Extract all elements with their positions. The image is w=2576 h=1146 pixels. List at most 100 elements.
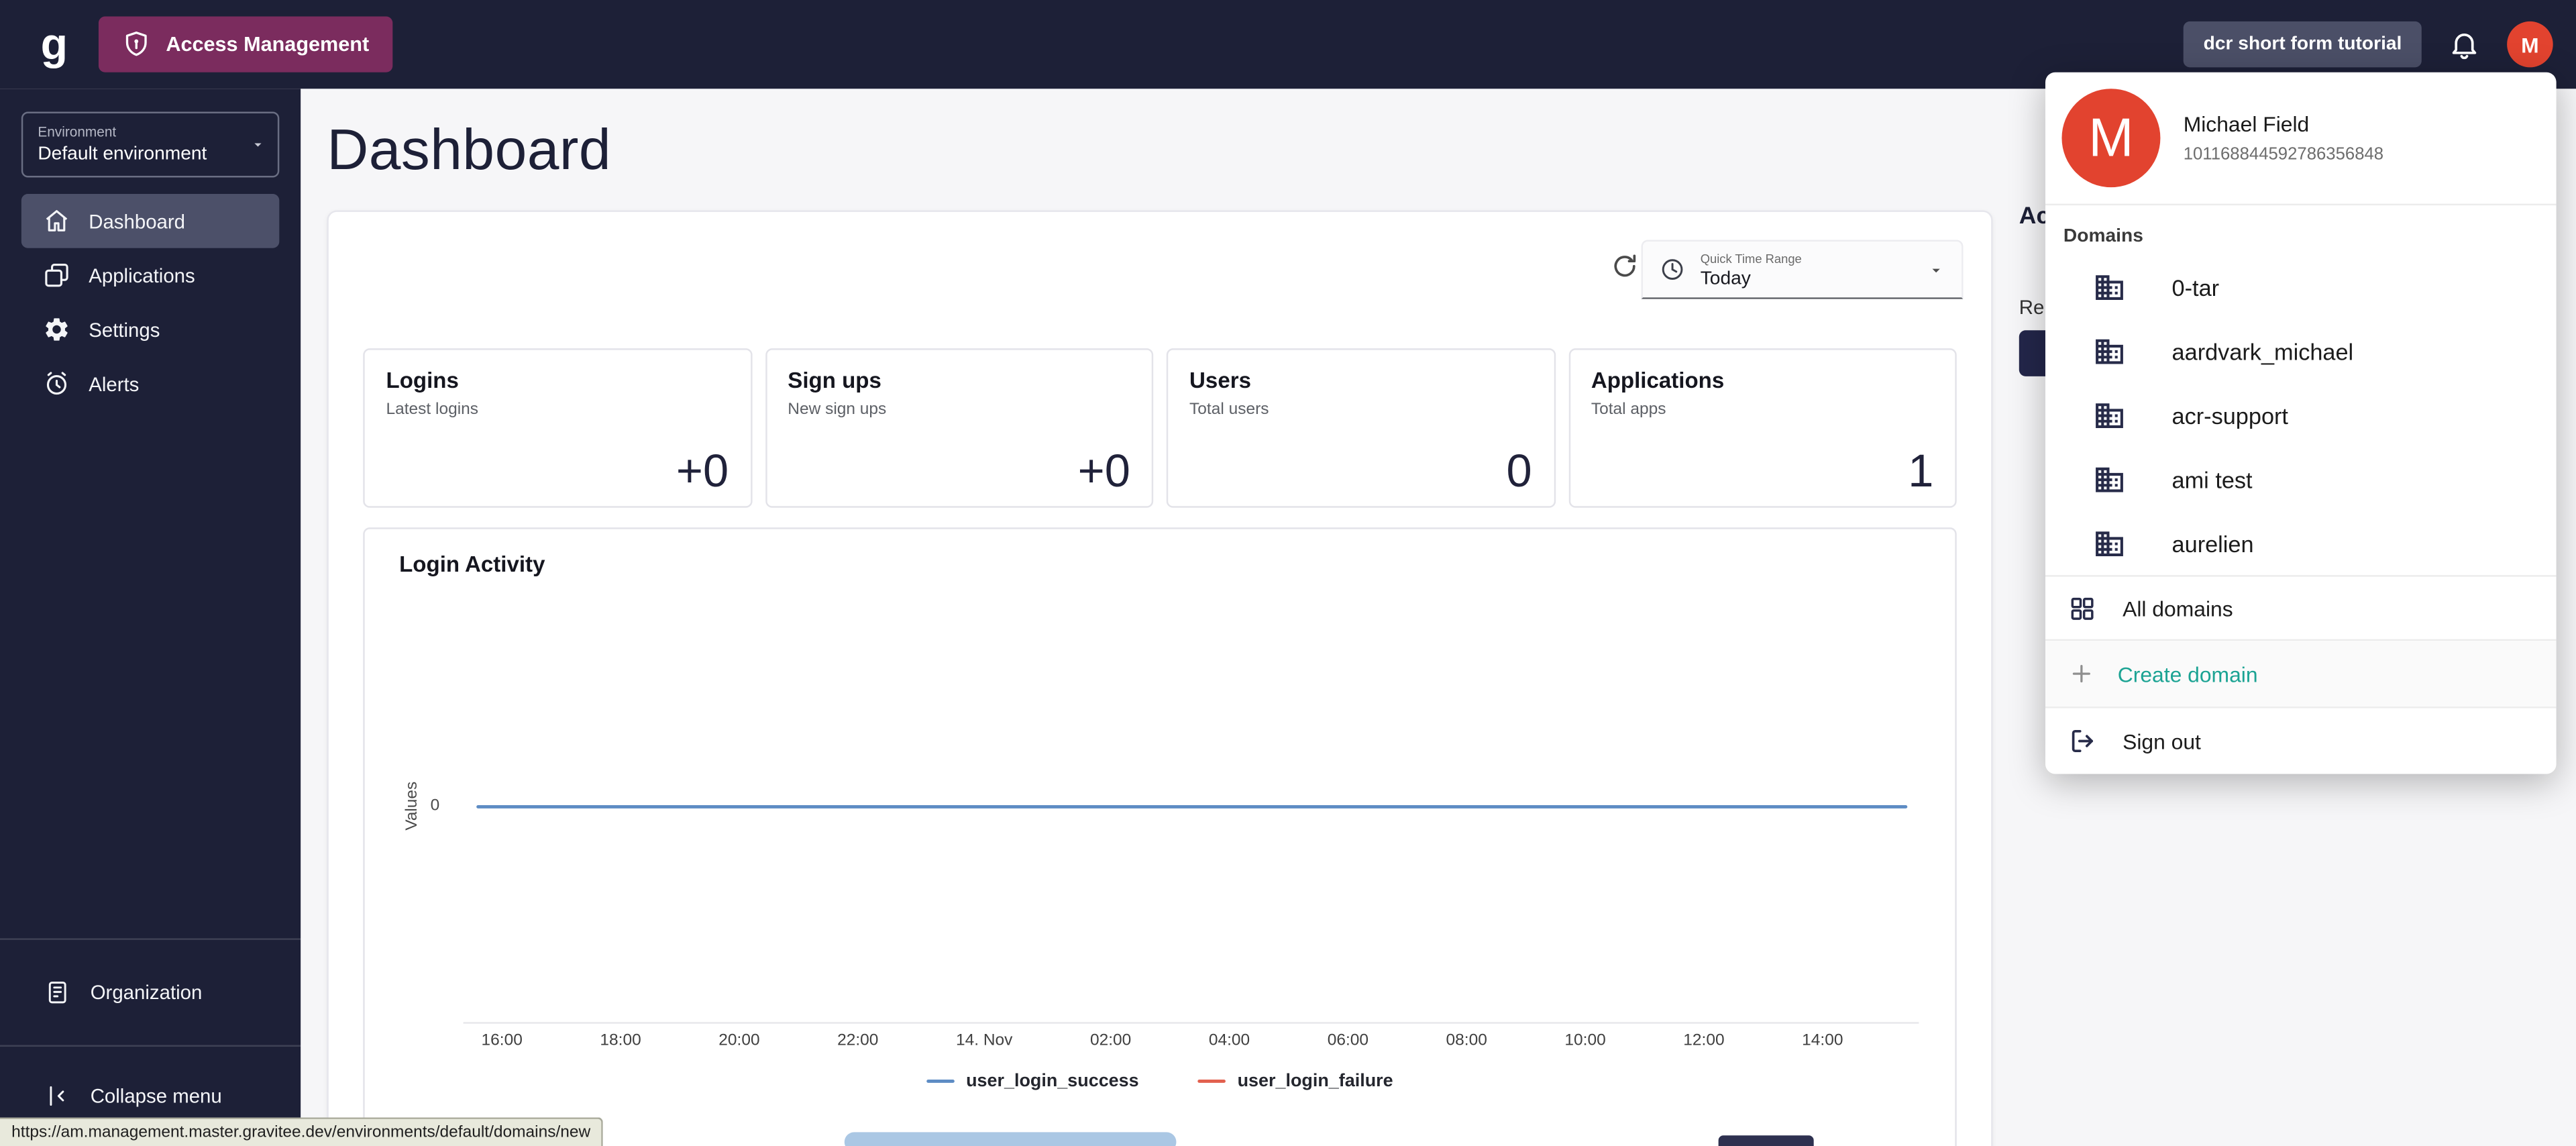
chart-x-tick: 18:00 [600, 1032, 641, 1050]
chart-x-ticks: 16:00 18:00 20:00 22:00 14. Nov 02:00 04… [482, 1032, 1843, 1050]
environment-value: Default environment [38, 145, 263, 164]
right-panel-button-fragment[interactable] [2019, 330, 2049, 376]
plus-icon [2068, 660, 2094, 686]
stat-value: +0 [676, 446, 729, 498]
chart-x-axis [464, 1022, 1919, 1023]
create-domain-item[interactable]: Create domain [2045, 641, 2557, 707]
sign-out-label: Sign out [2123, 729, 2201, 753]
stats-row: Logins Latest logins +0 Sign ups New sig… [363, 348, 1957, 508]
chart-y-tick: 0 [431, 797, 440, 815]
chart-x-tick: 14. Nov [956, 1032, 1012, 1050]
organization-icon [44, 978, 70, 1004]
sidebar-nav: Dashboard Applications Settings Alerts [0, 194, 301, 411]
stat-card-applications: Applications Total apps 1 [1568, 348, 1957, 508]
refresh-button[interactable] [1610, 250, 1643, 282]
domain-building-icon [2093, 527, 2126, 560]
quick-time-range-label: Quick Time Range [1701, 250, 1802, 265]
sidebar-item-label: Organization [91, 980, 203, 1003]
domain-item[interactable]: aardvark_michael [2045, 319, 2557, 383]
stat-value: +0 [1078, 446, 1130, 498]
sidebar: Environment Default environment Dashboar… [0, 89, 301, 1146]
legend-item-success[interactable]: user_login_success [926, 1072, 1138, 1091]
home-icon [43, 207, 71, 236]
apps-icon [43, 261, 71, 289]
stat-subtitle: New sign ups [788, 401, 1130, 419]
user-menu-avatar: M [2061, 89, 2160, 187]
domain-item[interactable]: 0-tar [2045, 255, 2557, 319]
stat-subtitle: Total apps [1591, 401, 1934, 419]
sidebar-item-dashboard[interactable]: Dashboard [21, 194, 279, 248]
legend-label: user_login_failure [1238, 1072, 1393, 1091]
clock-icon [1659, 256, 1685, 282]
all-domains-label: All domains [2123, 596, 2233, 621]
stat-title: Applications [1591, 368, 1934, 393]
sign-out-item[interactable]: Sign out [2045, 709, 2557, 774]
legend-swatch-failure [1198, 1079, 1226, 1083]
chart-x-tick: 04:00 [1209, 1032, 1250, 1050]
sidebar-item-applications[interactable]: Applications [21, 248, 279, 303]
user-name: Michael Field [2184, 112, 2383, 137]
quick-time-range-select[interactable]: Quick Time Range Today [1642, 240, 1964, 299]
create-domain-label: Create domain [2118, 662, 2258, 686]
sidebar-item-alerts[interactable]: Alerts [21, 356, 279, 411]
partial-element-bar [845, 1132, 1177, 1146]
domain-item[interactable]: aurelien [2045, 511, 2557, 576]
environment-selector[interactable]: Environment Default environment [21, 112, 279, 178]
chart-x-tick: 06:00 [1328, 1032, 1368, 1050]
chart-y-axis-label: Values [403, 775, 421, 837]
legend-item-failure[interactable]: user_login_failure [1198, 1072, 1393, 1091]
quick-time-range-value: Today [1701, 268, 1802, 288]
chart-x-tick: 12:00 [1683, 1032, 1724, 1050]
domain-label: aurelien [2172, 530, 2254, 556]
sidebar-bottom: Organization Collapse menu [0, 937, 301, 1146]
domain-building-icon [2093, 270, 2126, 303]
sidebar-item-label: Applications [89, 264, 195, 286]
chart-x-tick: 20:00 [718, 1032, 759, 1050]
access-management-label: Access Management [166, 33, 369, 56]
partial-element-dark [1719, 1135, 1814, 1146]
right-panel-text-fragment: Re [2019, 296, 2045, 319]
chevron-down-icon [250, 136, 266, 152]
chart-title: Login Activity [399, 552, 1955, 577]
chart-x-tick: 10:00 [1564, 1032, 1605, 1050]
grid-icon [2068, 594, 2096, 622]
sign-out-icon [2068, 726, 2098, 756]
dashboard-card: Quick Time Range Today Logins Latest log… [327, 210, 1992, 1146]
user-avatar[interactable]: M [2507, 21, 2553, 68]
alarm-icon [43, 370, 71, 398]
domain-label: ami test [2172, 466, 2253, 492]
stat-title: Logins [386, 368, 729, 393]
stat-value: 1 [1908, 446, 1933, 498]
domain-item[interactable]: ami test [2045, 447, 2557, 511]
access-management-button[interactable]: Access Management [99, 16, 392, 72]
user-menu-identity: Michael Field 101168844592786356848 [2184, 112, 2383, 164]
domain-building-icon [2093, 462, 2126, 495]
domain-label: aardvark_michael [2172, 337, 2354, 364]
sidebar-item-organization[interactable]: Organization [0, 939, 301, 1045]
chart-line-success [476, 805, 1907, 808]
stat-card-logins: Logins Latest logins +0 [363, 348, 751, 508]
sidebar-item-label: Settings [89, 318, 160, 341]
domain-item[interactable]: acr-support [2045, 383, 2557, 448]
collapse-icon [44, 1083, 70, 1109]
chart-x-tick: 22:00 [837, 1032, 878, 1050]
notifications-bell-icon[interactable] [2448, 28, 2481, 61]
chart-x-tick: 16:00 [482, 1032, 523, 1050]
refresh-icon [1610, 252, 1643, 281]
domain-building-icon [2093, 399, 2126, 431]
app-root: g Access Management dcr short form tutor… [0, 0, 2576, 1146]
sidebar-item-settings[interactable]: Settings [21, 303, 279, 357]
chart-x-tick: 14:00 [1802, 1032, 1843, 1050]
stat-value: 0 [1507, 446, 1532, 498]
legend-label: user_login_success [966, 1072, 1139, 1091]
context-button[interactable]: dcr short form tutorial [2184, 21, 2422, 68]
stat-subtitle: Latest logins [386, 401, 729, 419]
all-domains-item[interactable]: All domains [2045, 577, 2557, 639]
domain-label: acr-support [2172, 402, 2288, 428]
status-bar-url: https://am.management.master.gravitee.de… [0, 1116, 604, 1146]
user-menu-header: M Michael Field 101168844592786356848 [2045, 72, 2557, 205]
sidebar-item-label: Dashboard [89, 209, 185, 232]
gear-icon [43, 315, 71, 344]
sidebar-item-label: Collapse menu [91, 1084, 222, 1107]
gravitee-logo[interactable]: g [30, 19, 78, 68]
